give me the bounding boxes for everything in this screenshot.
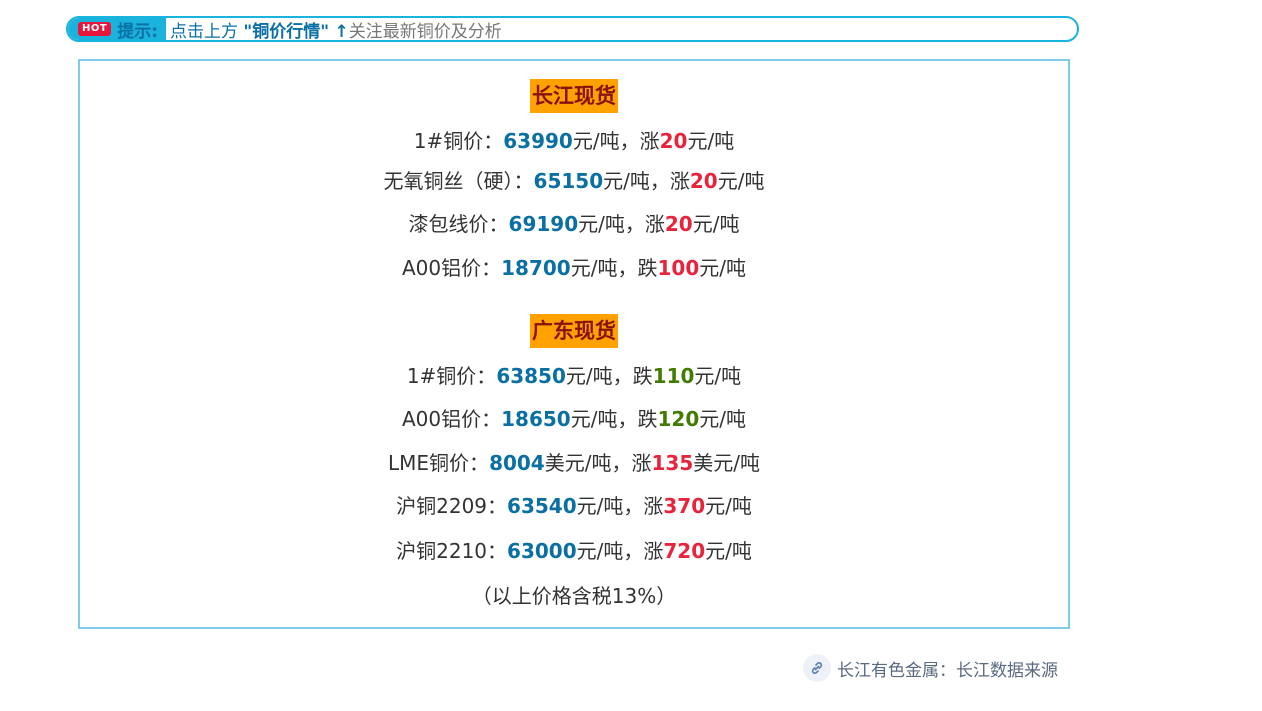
tip-bar[interactable]: HOT 提示: 点击上方 "铜价行情" ↑关注最新铜价及分析 [66, 16, 1079, 42]
tax-note: （以上价格含税13%） [471, 584, 677, 608]
price-row: 沪铜2210：63000元/吨，涨720元/吨 [396, 539, 752, 563]
tip-text-b: 关注最新铜价及分析 [348, 21, 502, 42]
tip-label-block: HOT 提示: [68, 18, 167, 42]
section-title-changjiang-text: 长江现货 [530, 79, 618, 113]
section-title-changjiang: 长江现货 [80, 79, 1068, 113]
source-text[interactable]: 长江有色金属：长江数据来源 [837, 656, 1058, 681]
price-row: 漆包线价：69190元/吨，涨20元/吨 [408, 212, 740, 236]
price-row: 沪铜2209：63540元/吨，涨370元/吨 [396, 494, 752, 518]
section-title-guangdong: 广东现货 [80, 314, 1068, 348]
section-title-guangdong-text: 广东现货 [530, 314, 618, 348]
price-row: LME铜价：8004美元/吨，涨135美元/吨 [388, 451, 760, 475]
price-row: A00铝价：18650元/吨，跌120元/吨 [402, 407, 746, 431]
tip-label: 提示: [117, 21, 159, 42]
link-icon [803, 654, 831, 682]
price-row: 无氧铜丝（硬）：65150元/吨，涨20元/吨 [383, 169, 765, 193]
tip-text[interactable]: 点击上方 "铜价行情" ↑关注最新铜价及分析 [166, 18, 502, 42]
price-row: 1#铜价：63990元/吨，涨20元/吨 [413, 129, 735, 153]
tip-quote-open: " [243, 21, 253, 42]
hot-badge: HOT [78, 22, 112, 36]
tip-highlight[interactable]: 铜价行情 [252, 22, 320, 41]
price-row: 1#铜价：63850元/吨，跌110元/吨 [406, 364, 742, 388]
price-box: 长江现货 1#铜价：63990元/吨，涨20元/吨 无氧铜丝（硬）：65150元… [78, 59, 1070, 629]
source-link[interactable]: 长江有色金属：长江数据来源 [803, 654, 1058, 682]
tip-quote-close: " [320, 21, 330, 42]
up-arrow-icon: ↑ [334, 21, 349, 42]
price-row: A00铝价：18700元/吨，跌100元/吨 [402, 256, 746, 280]
tip-text-a: 点击上方 [170, 21, 239, 42]
